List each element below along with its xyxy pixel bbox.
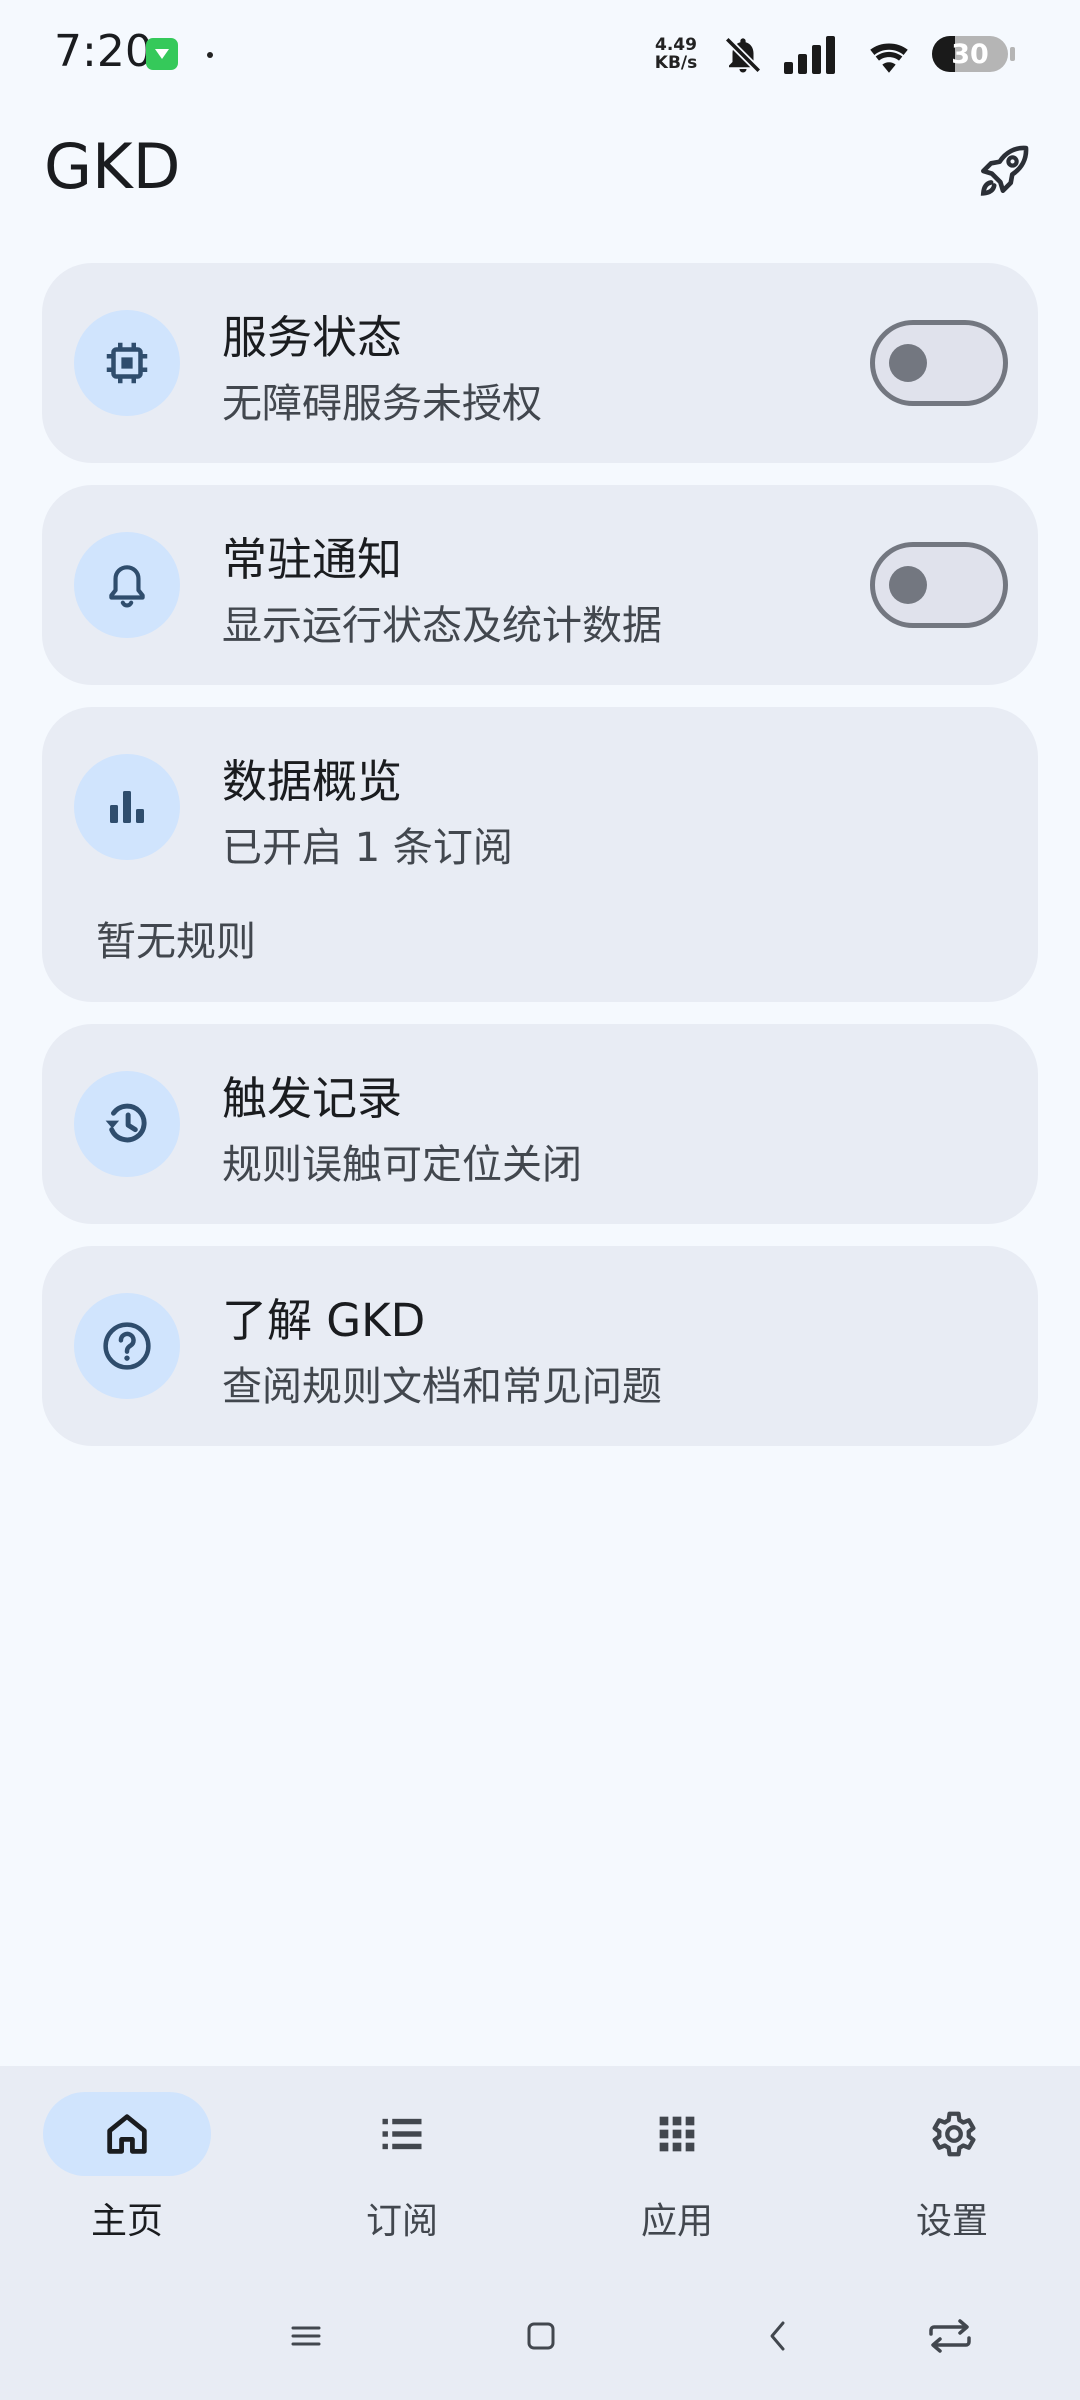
status-bar: 7:20 4.49 KB/s 30 (0, 0, 1080, 110)
back-chevron-icon (770, 2321, 785, 2351)
about-gkd-card[interactable]: 了解 GKD 查阅规则文档和常见问题 (42, 1246, 1038, 1446)
signal-strength-icon (784, 36, 835, 74)
status-time: 7:20 (54, 26, 153, 77)
nav-item-settings[interactable]: 设置 (852, 2092, 1052, 2252)
apps-grid-icon (659, 2116, 695, 2152)
menu-lines-icon (291, 2326, 321, 2346)
battery-level: 30 (951, 39, 989, 70)
trigger-log-title: 触发记录 (222, 1072, 403, 1125)
rocket-launch-button[interactable] (966, 132, 1042, 208)
battery-indicator: 30 (932, 36, 1008, 72)
persistent-notification-card[interactable]: 常驻通知 显示运行状态及统计数据 (42, 485, 1038, 685)
nav-item-apps[interactable]: 应用 (577, 2092, 777, 2252)
system-switch-app-button[interactable] (920, 2306, 980, 2366)
system-back-button[interactable] (748, 2306, 808, 2366)
mute-bell-icon (724, 36, 762, 74)
nav-label-subscriptions: 订阅 (365, 2201, 438, 2242)
chip-icon (106, 342, 148, 384)
nav-indicator (593, 2092, 761, 2176)
square-home-icon (527, 2322, 555, 2350)
no-rules-text: 暂无规则 (96, 919, 256, 965)
service-status-title: 服务状态 (222, 311, 403, 364)
nav-indicator (868, 2092, 1036, 2176)
data-overview-title: 数据概览 (222, 755, 403, 808)
nav-item-subscriptions[interactable]: 订阅 (302, 2092, 502, 2252)
card-icon-container (74, 310, 180, 416)
nav-indicator (43, 2092, 211, 2176)
battery-tip (1010, 47, 1015, 61)
card-icon-container (74, 1071, 180, 1177)
switch-arrows-icon (929, 2319, 971, 2353)
app-notification-icon (146, 38, 178, 70)
history-icon (105, 1103, 147, 1143)
card-icon-container (74, 754, 180, 860)
system-menu-button[interactable] (276, 2306, 336, 2366)
trigger-log-subtitle: 规则误触可定位关闭 (222, 1142, 582, 1188)
service-toggle-switch[interactable] (870, 320, 1008, 406)
notification-title: 常驻通知 (222, 533, 403, 586)
nav-indicator (318, 2092, 486, 2176)
about-subtitle: 查阅规则文档和常见问题 (222, 1364, 662, 1410)
wifi-icon (870, 43, 908, 73)
network-speed-value: 4.49 (655, 35, 697, 55)
switch-knob (889, 566, 927, 604)
system-home-button[interactable] (511, 2306, 571, 2366)
trigger-log-card[interactable]: 触发记录 规则误触可定位关闭 (42, 1024, 1038, 1224)
list-icon (382, 2118, 422, 2150)
notification-subtitle: 显示运行状态及统计数据 (222, 603, 662, 649)
network-speed: 4.49 KB/s (648, 36, 704, 72)
switch-knob (889, 344, 927, 382)
card-icon-container (74, 532, 180, 638)
rocket-icon (980, 145, 1029, 196)
service-status-subtitle: 无障碍服务未授权 (222, 381, 542, 427)
network-speed-unit: KB/s (654, 53, 698, 73)
app-title: GKD (44, 130, 181, 203)
bell-icon (109, 565, 145, 608)
service-status-card[interactable]: 服务状态 无障碍服务未授权 (42, 263, 1038, 463)
more-notifications-dot (207, 52, 213, 58)
help-circle-icon (103, 1322, 151, 1370)
nav-label-apps: 应用 (640, 2201, 713, 2242)
nav-label-settings: 设置 (915, 2201, 988, 2242)
bar-chart-icon (110, 791, 144, 823)
data-overview-card[interactable]: 数据概览 已开启 1 条订阅 暂无规则 (42, 707, 1038, 1002)
nav-label-home: 主页 (90, 2201, 163, 2242)
data-overview-subtitle: 已开启 1 条订阅 (222, 825, 513, 871)
about-title: 了解 GKD (222, 1294, 426, 1347)
home-icon (107, 2114, 147, 2154)
gear-icon (932, 2111, 976, 2157)
screen: 7:20 4.49 KB/s 30 GKD 服务状态 无障碍服务未授权 常驻通知… (0, 0, 1080, 2400)
nav-item-home[interactable]: 主页 (27, 2092, 227, 2252)
card-icon-container (74, 1293, 180, 1399)
notification-toggle-switch[interactable] (870, 542, 1008, 628)
